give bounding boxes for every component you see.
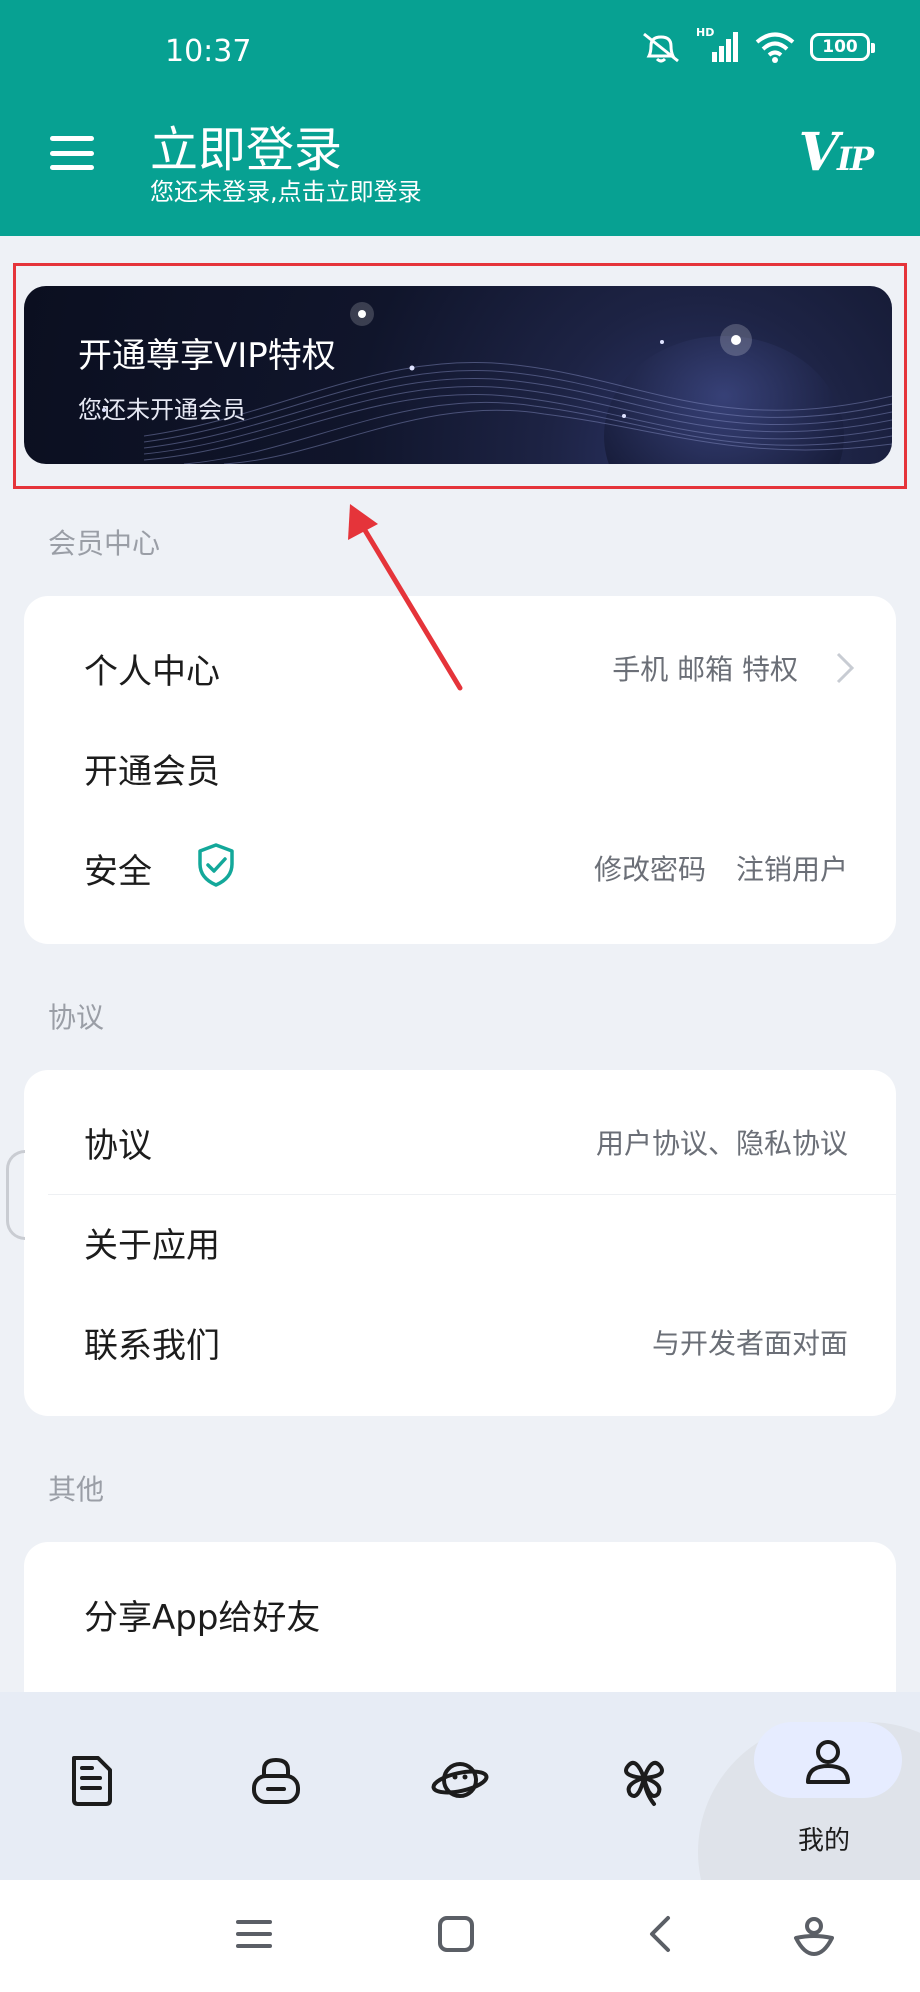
annotation-highlight-box (13, 263, 907, 489)
mute-bell-icon (643, 32, 679, 63)
row-about-app[interactable]: 关于应用 (24, 1192, 896, 1292)
signal-icon: HD (696, 26, 740, 64)
row-share-app[interactable]: 分享App给好友 (24, 1564, 896, 1664)
menu-icon[interactable] (236, 1914, 272, 1954)
battery-icon: 100 (810, 33, 875, 61)
login-title[interactable]: 立即登录 (150, 110, 342, 180)
bottom-tab-bar: 我的 (0, 1692, 920, 1880)
user-icon[interactable] (798, 1732, 858, 1792)
document-icon[interactable] (62, 1750, 122, 1810)
login-subtitle[interactable]: 您还未登录,点击立即登录 (150, 172, 422, 207)
row-label: 关于应用 (84, 1226, 220, 1266)
row-label: 联系我们 (84, 1326, 220, 1366)
row-contact-us[interactable]: 联系我们 与开发者面对面 (24, 1292, 896, 1392)
planet-icon[interactable] (430, 1750, 490, 1810)
chevron-right-icon (836, 652, 855, 684)
vip-logo-ip: IP (836, 140, 874, 178)
clover-icon[interactable] (614, 1750, 674, 1810)
app-header: 10:37 HD 100 立即登录 您还未登录,点击立即登录 VIP (0, 0, 920, 236)
member-card: 个人中心 手机 邮箱 特权 开通会员 安全 修改密码 注销用户 (24, 596, 896, 944)
home-square-icon[interactable] (436, 1914, 476, 1954)
agreement-card: 协议 用户协议、隐私协议 关于应用 联系我们 与开发者面对面 (24, 1070, 896, 1416)
row-label: 个人中心 (84, 652, 220, 692)
row-security: 安全 修改密码 注销用户 (24, 818, 896, 918)
assistant-icon[interactable] (792, 1914, 836, 1958)
row-detail: 与开发者面对面 (651, 1327, 848, 1360)
side-drawer-handle[interactable] (6, 1150, 25, 1240)
row-personal-center[interactable]: 个人中心 手机 邮箱 特权 (24, 618, 896, 718)
wifi-icon (755, 32, 795, 63)
row-label: 安全 (84, 852, 152, 892)
lock-icon[interactable] (246, 1750, 306, 1810)
row-label: 开通会员 (84, 752, 220, 792)
tab-label-mine[interactable]: 我的 (798, 1820, 850, 1857)
system-nav-bar (0, 1880, 920, 1992)
row-agreement[interactable]: 协议 用户协议、隐私协议 (24, 1092, 896, 1192)
section-label-agreement: 协议 (48, 1001, 105, 1034)
row-open-membership[interactable]: 开通会员 (24, 718, 896, 818)
change-password-link[interactable]: 修改密码 (594, 848, 706, 888)
menu-button[interactable] (50, 136, 94, 170)
vip-logo-v: V (798, 122, 839, 183)
hd-label: HD (696, 26, 715, 39)
row-label: 协议 (84, 1126, 152, 1166)
status-icons: HD 100 (640, 26, 875, 64)
row-detail: 手机 邮箱 特权 (612, 653, 798, 686)
row-label: 分享App给好友 (84, 1598, 321, 1638)
section-label-other: 其他 (48, 1473, 105, 1506)
status-time: 10:37 (165, 34, 252, 69)
shield-check-icon (198, 843, 234, 887)
row-detail: 用户协议、隐私协议 (595, 1127, 848, 1160)
section-label-member: 会员中心 (48, 527, 161, 560)
vip-logo[interactable]: VIP (798, 122, 874, 183)
back-chevron-icon[interactable] (644, 1914, 674, 1954)
battery-level: 100 (822, 37, 858, 57)
deregister-user-link[interactable]: 注销用户 (736, 848, 848, 888)
